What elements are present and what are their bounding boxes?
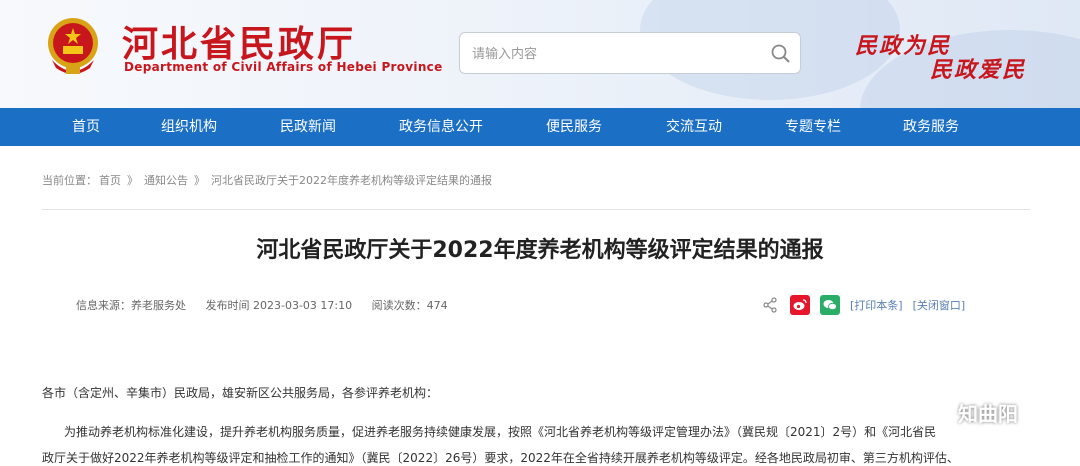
article-paragraph-3: 政厅关于做好2022年养老机构等级评定和抽检工作的通知》（冀民〔2022〕26号… [42,451,959,465]
article-tools: [打印本条] [关闭窗口] [762,294,975,316]
nav-item-organization[interactable]: 组织机构 [161,108,217,146]
divider [42,209,1030,210]
emblem-icon[interactable] [46,16,100,78]
article-publish-time: 发布时间 2023-03-03 17:10 [205,299,353,312]
nav-item-gov-services[interactable]: 政务服务 [903,108,959,146]
article-views: 阅读次数：474 [371,299,448,312]
search-icon[interactable] [770,43,792,65]
site-subtitle: Department of Civil Affairs of Hebei Pro… [124,60,443,74]
nav-item-info-disclosure[interactable]: 政务信息公开 [399,108,483,146]
weibo-icon[interactable] [790,295,810,315]
article-paragraph-1: 各市（含定州、辛集市）民政局，雄安新区公共服务局，各参评养老机构： [42,386,439,400]
main-nav: 首页 组织机构 民政新闻 政务信息公开 便民服务 交流互动 专题专栏 政务服务 [0,108,1080,146]
watermark: 知曲阳 [918,398,1018,427]
close-window-link[interactable]: [关闭窗口] [913,297,966,313]
site-header: 河北省民政厅 Department of Civil Affairs of He… [0,0,1080,108]
print-link[interactable]: [打印本条] [850,297,903,313]
wechat-icon[interactable] [820,295,840,315]
article-title: 河北省民政厅关于2022年度养老机构等级评定结果的通报 [256,238,824,263]
watermark-text: 知曲阳 [958,402,1018,426]
article-meta: 信息来源：养老服务处 发布时间 2023-03-03 17:10 阅读次数：47… [76,297,464,313]
breadcrumb-home[interactable]: 首页 [99,174,121,187]
nav-item-interaction[interactable]: 交流互动 [666,108,722,146]
breadcrumb: 当前位置： 首页》通知公告》河北省民政厅关于2022年度养老机构等级评定结果的通报 [42,172,498,188]
breadcrumb-prefix: 当前位置： [42,174,97,187]
nav-item-home[interactable]: 首页 [72,108,100,146]
share-icon[interactable] [762,297,778,313]
search-input[interactable] [470,43,764,65]
article-source: 信息来源：养老服务处 [76,299,186,312]
breadcrumb-section[interactable]: 通知公告 [144,174,188,187]
breadcrumb-separator: 》 [127,174,138,187]
breadcrumb-current[interactable]: 河北省民政厅关于2022年度养老机构等级评定结果的通报 [211,174,492,187]
article-paragraph-2: 为推动养老机构标准化建设，提升养老机构服务质量，促进养老服务持续健康发展，按照《… [64,425,937,439]
nav-item-news[interactable]: 民政新闻 [280,108,336,146]
slogan-line-2: 民政爱民 [930,57,1027,83]
watermark-wechat-icon [919,401,950,424]
breadcrumb-separator: 》 [194,174,205,187]
nav-item-topics[interactable]: 专题专栏 [785,108,841,146]
nav-item-services[interactable]: 便民服务 [546,108,602,146]
search-box [459,32,801,74]
